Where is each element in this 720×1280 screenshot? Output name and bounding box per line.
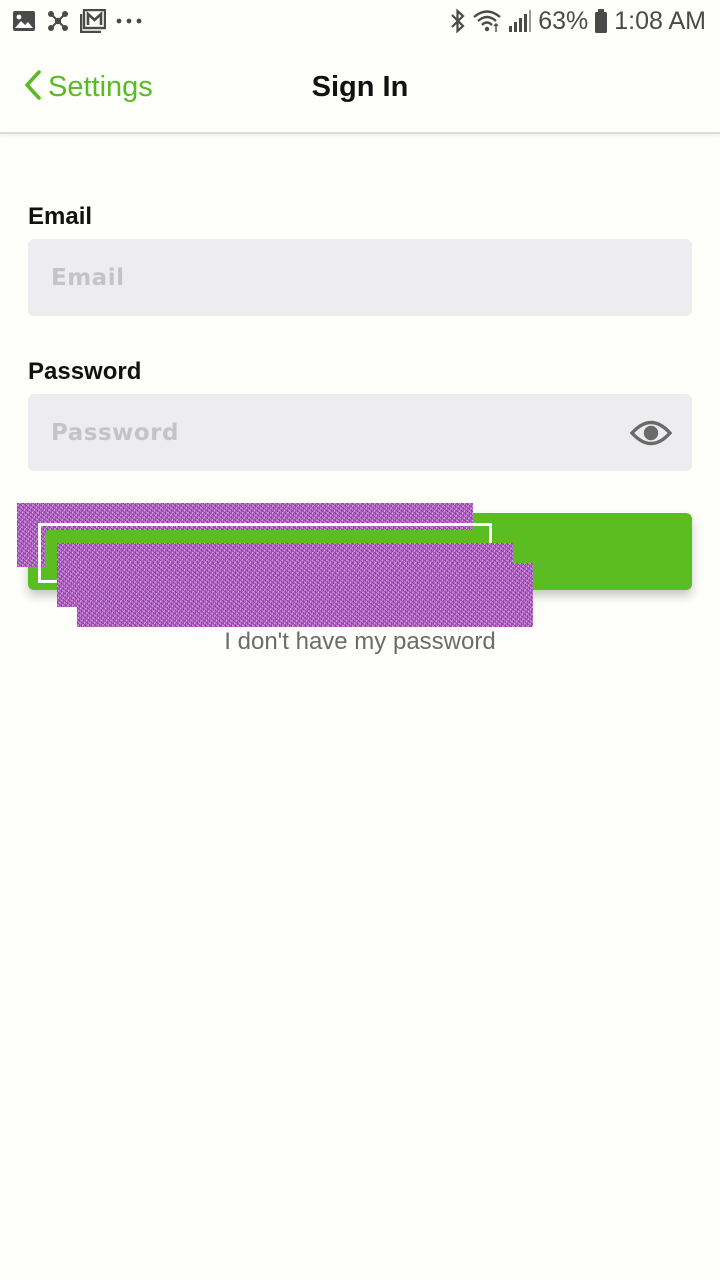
email-field[interactable] [28, 239, 692, 316]
battery-percent: 63% [538, 6, 589, 35]
back-button[interactable]: Settings [24, 42, 153, 132]
mail-icon [80, 9, 106, 33]
password-label: Password [28, 358, 142, 385]
redaction-noise-bottom [77, 563, 533, 627]
forgot-password-link[interactable]: I don't have my password [0, 628, 720, 656]
status-right-icons: 63% 1:08 AM [450, 7, 706, 36]
battery-icon [594, 9, 608, 33]
password-field-container [28, 394, 692, 471]
navigation-bar: Settings Sign In [0, 42, 720, 134]
eye-icon[interactable] [629, 418, 673, 448]
signal-icon [508, 10, 532, 32]
password-field[interactable] [28, 394, 692, 471]
chevron-left-icon [24, 69, 42, 105]
email-field-container [28, 239, 692, 316]
status-bar: 63% 1:08 AM [0, 0, 720, 42]
email-label: Email [28, 203, 93, 230]
status-left-icons [12, 9, 142, 33]
back-button-label: Settings [48, 70, 153, 103]
wifi-icon [472, 9, 502, 33]
clock: 1:08 AM [614, 6, 706, 35]
more-dots-icon [116, 17, 142, 25]
network-icon [46, 9, 70, 33]
bluetooth-icon [450, 8, 466, 34]
image-icon [12, 10, 36, 32]
